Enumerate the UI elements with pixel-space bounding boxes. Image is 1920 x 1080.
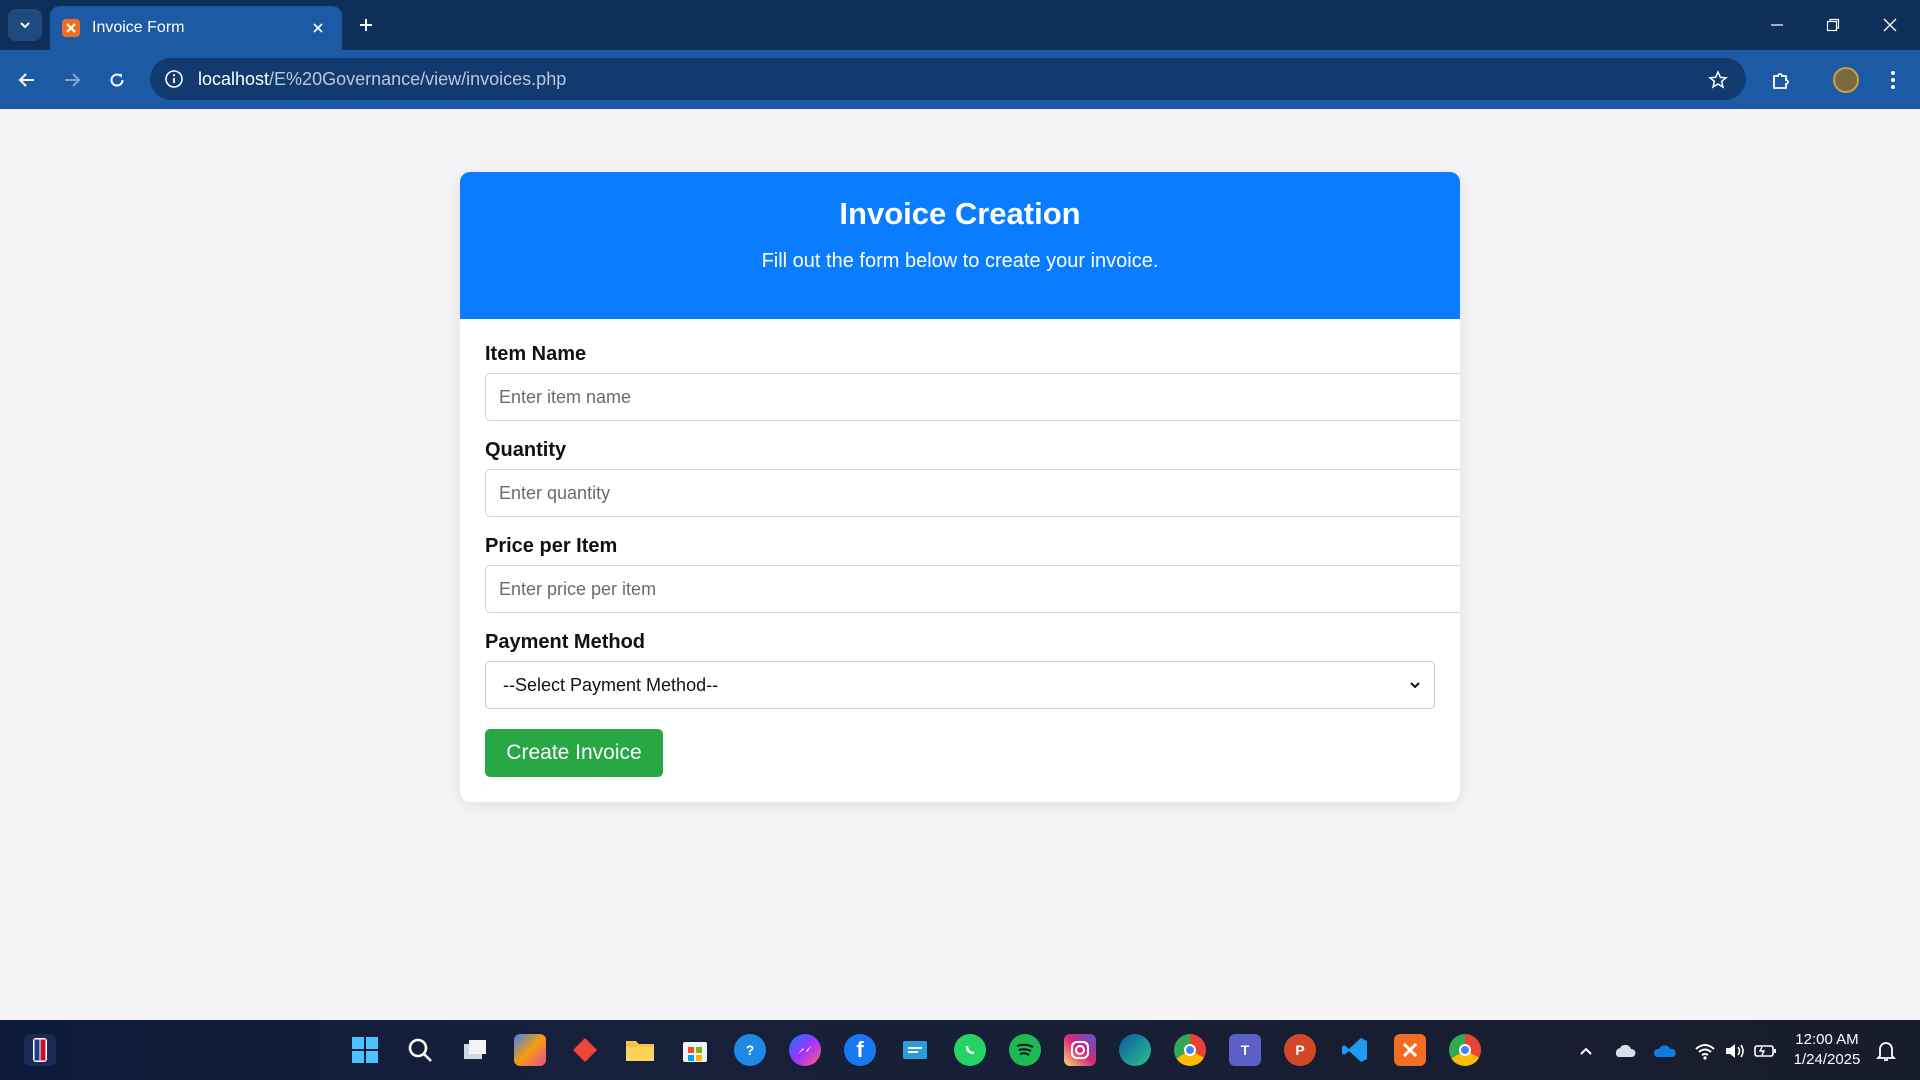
price-input[interactable]: [485, 565, 1460, 613]
cloud-sync-icon[interactable]: [1612, 1038, 1638, 1064]
teams-icon[interactable]: T: [1229, 1034, 1261, 1066]
tab-title: Invoice Form: [92, 19, 185, 36]
extensions-button[interactable]: [1763, 62, 1799, 98]
notifications-bell-icon[interactable]: [1873, 1038, 1899, 1064]
volume-icon[interactable]: [1722, 1038, 1748, 1064]
page-subtitle: Fill out the form below to create your i…: [761, 250, 1159, 272]
payment-method-select[interactable]: --Select Payment Method--: [485, 661, 1435, 709]
avatar: [1833, 67, 1859, 93]
close-icon: [1883, 18, 1897, 32]
messenger-icon[interactable]: [789, 1034, 821, 1066]
chevron-down-icon: [1410, 682, 1420, 689]
address-bar[interactable]: localhost/E%20Governance/view/invoices.p…: [150, 58, 1746, 100]
quantity-label: Quantity: [485, 439, 567, 461]
remote-desktop-icon[interactable]: [899, 1034, 931, 1066]
forward-button[interactable]: [54, 62, 90, 98]
system-clock[interactable]: 12:00 AM 1/24/2025: [1786, 1030, 1868, 1070]
restore-button[interactable]: [1809, 6, 1857, 44]
show-hidden-icons-chevron-up-icon[interactable]: [1573, 1038, 1599, 1064]
back-button[interactable]: [9, 62, 45, 98]
chrome-profile-icon[interactable]: [1449, 1034, 1481, 1066]
create-invoice-button[interactable]: Create Invoice: [485, 729, 663, 777]
vscode-icon[interactable]: [1339, 1034, 1371, 1066]
star-icon: [1708, 70, 1728, 89]
url-host: localhost: [198, 68, 270, 89]
price-label: Price per Item: [485, 535, 618, 557]
battery-icon[interactable]: [1752, 1038, 1778, 1064]
clock-date: 1/24/2025: [1793, 1051, 1861, 1068]
puzzle-icon: [1773, 73, 1789, 89]
page-title: Invoice Creation: [839, 196, 1081, 231]
chrome-icon[interactable]: [1174, 1034, 1206, 1066]
xampp-icon[interactable]: [1394, 1034, 1426, 1066]
forward-arrow-icon: [65, 73, 81, 87]
minimize-icon: [1771, 24, 1783, 26]
bookmark-button[interactable]: [1700, 62, 1736, 98]
browser-toolbar: localhost/E%20Governance/view/invoices.p…: [0, 50, 1920, 109]
tab-search-button[interactable]: [8, 9, 42, 41]
reload-icon: [110, 73, 124, 87]
plus-icon: [360, 19, 372, 31]
payment-method-selected-value: --Select Payment Method--: [503, 674, 719, 695]
back-arrow-icon: [18, 73, 34, 87]
search-icon[interactable]: [404, 1034, 436, 1066]
quantity-input[interactable]: [485, 469, 1460, 517]
whatsapp-icon[interactable]: [954, 1034, 986, 1066]
invoice-form-card: Invoice Creation Fill out the form below…: [460, 172, 1460, 802]
edge-icon[interactable]: [1119, 1034, 1151, 1066]
facebook-icon[interactable]: f: [844, 1034, 876, 1066]
close-tab-icon[interactable]: [306, 16, 330, 40]
spotify-icon[interactable]: [1009, 1034, 1041, 1066]
url-path: /E%20Governance/view/invoices.php: [269, 68, 567, 89]
item-name-input[interactable]: [485, 373, 1460, 421]
browser-menu-button[interactable]: [1875, 62, 1911, 98]
browser-tab-strip: Invoice Form: [0, 0, 1920, 50]
clock-time: 12:00 AM: [1795, 1031, 1859, 1048]
widgets-nba-icon[interactable]: [24, 1034, 56, 1066]
instagram-icon[interactable]: [1064, 1034, 1096, 1066]
windows-start-icon[interactable]: [349, 1034, 381, 1066]
onedrive-icon[interactable]: [1652, 1038, 1678, 1064]
more-vertical-icon: [1891, 71, 1895, 89]
microsoft-store-icon[interactable]: [679, 1034, 711, 1066]
item-name-label: Item Name: [485, 343, 587, 365]
restore-icon: [1826, 18, 1840, 32]
new-tab-button[interactable]: [352, 11, 380, 39]
browser-tab-invoice-form[interactable]: Invoice Form: [50, 6, 342, 50]
site-info-icon[interactable]: [164, 69, 184, 89]
windows-taskbar: ? f T P 12:00 AM 1/24/2025: [0, 1020, 1920, 1080]
anydesk-icon[interactable]: [569, 1034, 601, 1066]
payment-method-label: Payment Method: [485, 631, 646, 653]
powerpoint-icon[interactable]: P: [1284, 1034, 1316, 1066]
copilot-icon[interactable]: [514, 1034, 546, 1066]
wifi-icon[interactable]: [1692, 1038, 1718, 1064]
minimize-button[interactable]: [1753, 6, 1801, 44]
reload-button[interactable]: [99, 62, 135, 98]
close-window-button[interactable]: [1866, 6, 1914, 44]
xampp-favicon-icon: [62, 19, 80, 37]
file-explorer-icon[interactable]: [624, 1034, 656, 1066]
help-icon[interactable]: ?: [734, 1034, 766, 1066]
task-view-icon[interactable]: [459, 1034, 491, 1066]
card-header: Invoice Creation Fill out the form below…: [460, 172, 1460, 319]
profile-button[interactable]: [1828, 62, 1864, 98]
chevron-down-icon: [20, 22, 30, 29]
